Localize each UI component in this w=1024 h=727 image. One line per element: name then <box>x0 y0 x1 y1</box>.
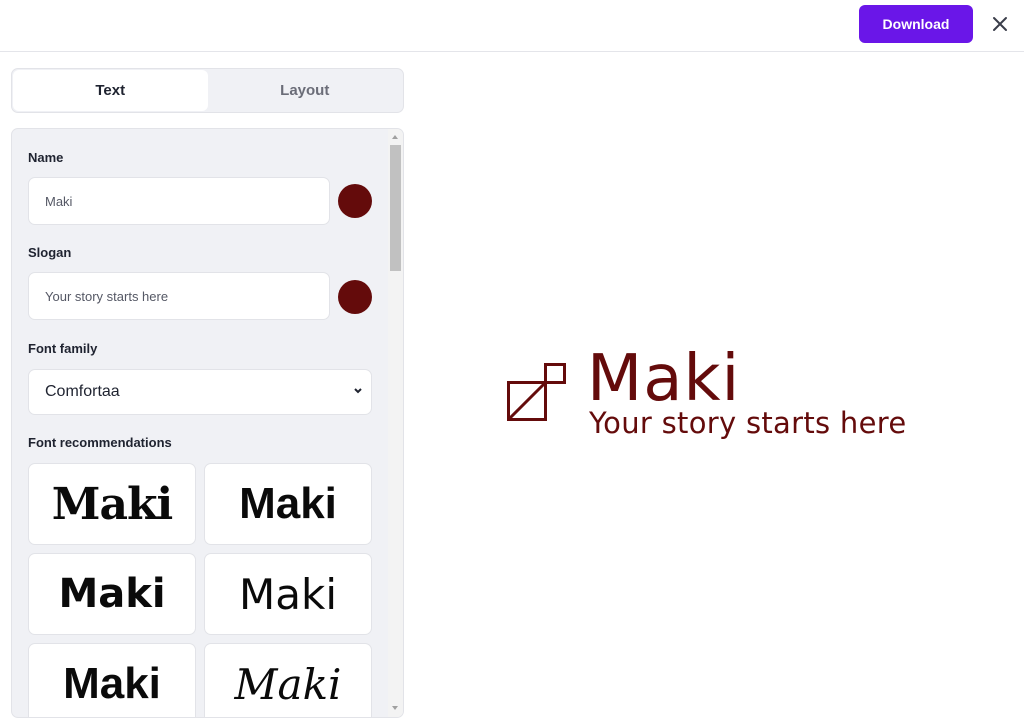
squares-diagonal-icon <box>507 363 566 421</box>
font-card-bold-sans-heavy[interactable]: Maki <box>28 643 196 717</box>
font-card-serif[interactable]: Maki <box>28 463 196 545</box>
chevron-down-icon <box>354 388 362 394</box>
download-button[interactable]: Download <box>859 5 973 43</box>
scroll-up-arrow-icon[interactable] <box>392 135 398 139</box>
panel-scrollbar[interactable] <box>388 129 403 717</box>
font-card-bold-sans-rounded[interactable]: Maki <box>28 553 196 635</box>
font-card-script[interactable]: Maki <box>204 643 372 717</box>
scroll-down-arrow-icon[interactable] <box>392 706 398 710</box>
close-icon <box>993 17 1007 31</box>
scroll-thumb[interactable] <box>390 145 401 271</box>
slogan-label: Slogan <box>28 245 72 260</box>
font-family-select[interactable]: Comfortaa <box>28 369 372 415</box>
name-input[interactable]: Maki <box>28 177 330 225</box>
tab-text[interactable]: Text <box>13 70 208 111</box>
font-recommendations-label: Font recommendations <box>28 435 172 450</box>
close-button[interactable] <box>986 10 1014 38</box>
name-color-swatch[interactable] <box>338 184 372 218</box>
slogan-input[interactable]: Your story starts here <box>28 272 330 320</box>
font-family-label: Font family <box>28 341 98 356</box>
text-settings-panel: Name Maki Slogan Your story starts here … <box>11 128 404 718</box>
font-card-bold-sans[interactable]: Maki <box>204 463 372 545</box>
name-label: Name <box>28 150 64 165</box>
tab-layout[interactable]: Layout <box>208 70 403 111</box>
logo-name-text: Maki <box>587 342 741 416</box>
top-bar: Download <box>0 0 1024 52</box>
logo-preview: Maki Your story starts here <box>507 342 937 445</box>
logo-slogan-text: Your story starts here <box>589 406 907 440</box>
editor-tabs: Text Layout <box>11 68 404 113</box>
font-card-sans[interactable]: Maki <box>204 553 372 635</box>
slogan-color-swatch[interactable] <box>338 280 372 314</box>
font-family-value: Comfortaa <box>45 383 120 400</box>
